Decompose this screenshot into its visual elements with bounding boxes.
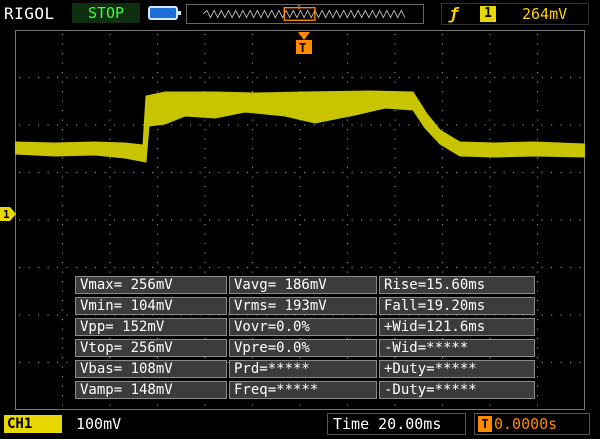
- trigger-source-badge: 1: [480, 6, 496, 22]
- trigger-position-marker: T: [296, 32, 312, 55]
- measurement-cell: Vovr=0.0%: [229, 318, 377, 336]
- measurement-cell: Prd=*****: [229, 360, 377, 378]
- measurement-cell: Vavg= 186mV: [229, 276, 377, 294]
- measurement-cell: Vpp= 152mV: [75, 318, 227, 336]
- measurement-cell: Rise=15.60ms: [379, 276, 535, 294]
- measurement-cell: Vmax= 256mV: [75, 276, 227, 294]
- measurement-cell: Vamp= 148mV: [75, 381, 227, 399]
- battery-icon: [148, 6, 181, 20]
- measurement-cell: +Duty=*****: [379, 360, 535, 378]
- ch1-ground-marker[interactable]: 1: [0, 205, 18, 223]
- measurement-cell: Vrms= 193mV: [229, 297, 377, 315]
- trigger-offset-icon: T: [478, 416, 492, 432]
- measurement-cell: Vbas= 108mV: [75, 360, 227, 378]
- measurement-cell: -Duty=*****: [379, 381, 535, 399]
- memory-trigger-marker: T: [297, 4, 302, 12]
- rising-edge-icon: ƒ: [449, 4, 459, 23]
- trigger-level-value: 264mV: [522, 5, 568, 23]
- svg-text:1: 1: [3, 208, 10, 221]
- horizontal-offset-value: 0.0000s: [494, 415, 558, 433]
- ch1-vertical-scale: 100mV: [76, 415, 122, 433]
- brand-label: RIGOL: [4, 4, 55, 23]
- run-state-badge[interactable]: STOP: [72, 3, 140, 23]
- measurement-cell: Fall=19.20ms: [379, 297, 535, 315]
- ch1-tag[interactable]: CH1: [4, 415, 62, 433]
- ch1-waveform-trace: [15, 90, 585, 163]
- measurement-cell: Vpre=0.0%: [229, 339, 377, 357]
- measurement-cell: Vtop= 256mV: [75, 339, 227, 357]
- measurement-cell: +Wid=121.6ms: [379, 318, 535, 336]
- measurement-cell: Freq=*****: [229, 381, 377, 399]
- trigger-position-label: T: [299, 41, 306, 55]
- memory-overview-strip[interactable]: T: [186, 4, 424, 24]
- measurement-cell: -Wid=*****: [379, 339, 535, 357]
- measurement-table: Vmax= 256mV Vavg= 186mV Rise=15.60ms Vmin= …: [75, 276, 535, 402]
- timebase-value: Time 20.00ms: [333, 415, 442, 433]
- measurement-cell: Vmin= 104mV: [75, 297, 227, 315]
